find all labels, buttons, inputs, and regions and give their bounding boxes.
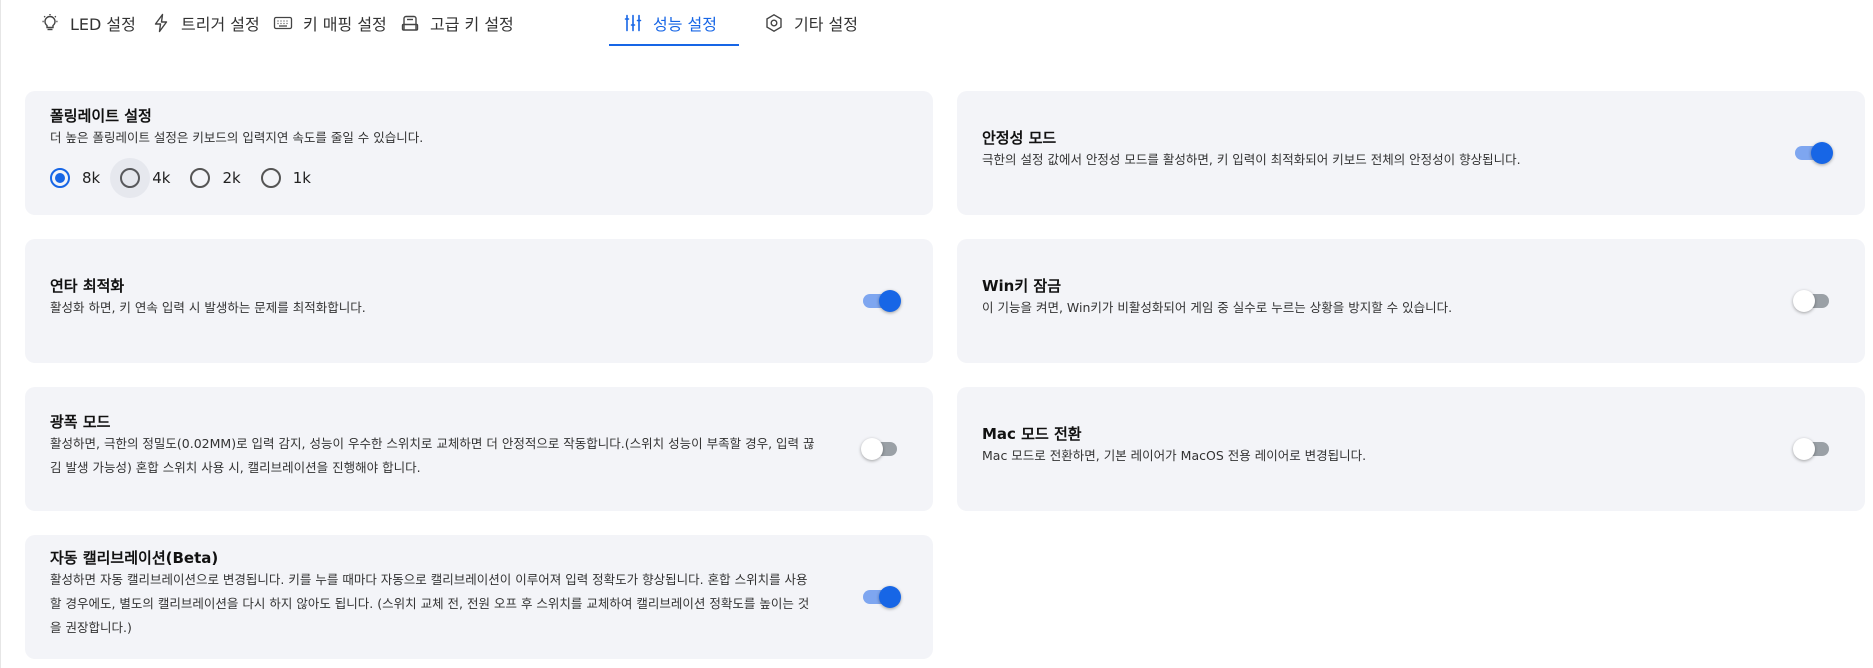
tab-performance[interactable]: 성능 설정 bbox=[609, 0, 739, 46]
auto-calibration-card: 자동 캘리브레이션(Beta) 활성하면 자동 캘리브레이션으로 변경됩니다. … bbox=[25, 535, 933, 659]
auto-calibration-toggle[interactable] bbox=[861, 586, 901, 608]
tab-led[interactable]: LED 설정 bbox=[26, 0, 150, 46]
polling-rate-8k-radio[interactable]: 8k bbox=[50, 168, 100, 188]
rapid-optimization-toggle[interactable] bbox=[861, 290, 901, 312]
extreme-mode-toggle[interactable] bbox=[861, 438, 901, 460]
toggle-thumb bbox=[861, 438, 883, 460]
settings-tab-bar: LED 설정 트리거 설정 키 매핑 설정 고급 키 설정 성능 설정 기타 설… bbox=[0, 0, 1873, 46]
key-icon bbox=[400, 13, 420, 33]
extreme-mode-desc-line1: 활성하면, 극한의 정밀도(0.02MM)로 입력 감지, 성능이 우수한 스위… bbox=[50, 436, 815, 451]
toggle-thumb bbox=[879, 586, 901, 608]
polling-rate-4k-radio[interactable]: 4k bbox=[110, 158, 171, 198]
tab-label: 고급 키 설정 bbox=[430, 15, 514, 34]
tab-label: 키 매핑 설정 bbox=[303, 15, 387, 34]
radio-circle bbox=[110, 158, 151, 198]
tab-advanced-key[interactable]: 고급 키 설정 bbox=[386, 0, 528, 46]
rapid-optimization-title: 연타 최적화 bbox=[50, 277, 125, 295]
stability-mode-card: 안정성 모드 극한의 설정 값에서 안정성 모드를 활성하면, 키 입력이 최적… bbox=[957, 91, 1865, 215]
toggle-thumb bbox=[1811, 142, 1833, 164]
win-key-lock-toggle[interactable] bbox=[1793, 290, 1833, 312]
polling-rate-2k-radio[interactable]: 2k bbox=[190, 168, 241, 188]
extreme-mode-desc-line2: 김 발생 가능성) 혼합 스위치 사용 시, 캘리브레이션을 진행해야 합니다. bbox=[50, 460, 421, 475]
tab-key-mapping[interactable]: 키 매핑 설정 bbox=[259, 0, 401, 46]
win-key-lock-card: Win키 잠금 이 기능을 켜면, Win키가 비활성화되어 게임 중 실수로 … bbox=[957, 239, 1865, 363]
radio-circle bbox=[260, 168, 281, 188]
polling-rate-options: 8k 4k 2k 1k bbox=[50, 158, 331, 198]
tab-other[interactable]: 기타 설정 bbox=[750, 0, 872, 46]
mac-mode-card: Mac 모드 전환 Mac 모드로 전환하면, 기본 레이어가 MacOS 전용… bbox=[957, 387, 1865, 511]
polling-rate-card: 폴링레이트 설정 더 높은 폴링레이트 설정은 키보드의 입력지연 속도를 줄일… bbox=[25, 91, 933, 215]
radio-label: 2k bbox=[222, 169, 241, 187]
auto-calibration-desc-line1: 활성하면 자동 캘리브레이션으로 변경됩니다. 키를 누를 때마다 자동으로 캘… bbox=[50, 572, 808, 587]
tab-label: LED 설정 bbox=[70, 15, 136, 34]
rapid-optimization-card: 연타 최적화 활성화 하면, 키 연속 입력 시 발생하는 문제를 최적화합니다… bbox=[25, 239, 933, 363]
toggle-thumb bbox=[1793, 290, 1815, 312]
auto-calibration-desc-line2: 할 경우에도, 별도의 캘리브레이션을 다시 하지 않아도 됩니다. (스위치 … bbox=[50, 596, 810, 611]
bulb-icon bbox=[40, 13, 60, 33]
tab-label: 기타 설정 bbox=[794, 15, 858, 34]
tab-trigger[interactable]: 트리거 설정 bbox=[137, 0, 274, 46]
left-divider bbox=[0, 0, 1, 668]
stability-mode-desc: 극한의 설정 값에서 안정성 모드를 활성하면, 키 입력이 최적화되어 키보드… bbox=[982, 152, 1521, 167]
auto-calibration-desc-line3: 을 권장합니다.) bbox=[50, 620, 132, 635]
win-key-lock-title: Win키 잠금 bbox=[982, 277, 1061, 295]
rapid-optimization-desc: 활성화 하면, 키 연속 입력 시 발생하는 문제를 최적화합니다. bbox=[50, 300, 366, 315]
radio-circle bbox=[50, 168, 70, 188]
radio-label: 8k bbox=[82, 169, 101, 187]
extreme-mode-title: 광폭 모드 bbox=[50, 413, 111, 431]
mac-mode-toggle[interactable] bbox=[1793, 438, 1833, 460]
toggle-thumb bbox=[879, 290, 901, 312]
win-key-lock-desc: 이 기능을 켜면, Win키가 비활성화되어 게임 중 실수로 누르는 상황을 … bbox=[982, 300, 1453, 315]
tab-label: 성능 설정 bbox=[653, 15, 717, 34]
radio-label: 1k bbox=[292, 169, 311, 187]
radio-circle bbox=[190, 168, 211, 188]
mac-mode-desc: Mac 모드로 전환하면, 기본 레이어가 MacOS 전용 레이어로 변경됩니… bbox=[982, 448, 1367, 463]
tab-label: 트리거 설정 bbox=[181, 15, 260, 34]
stability-mode-title: 안정성 모드 bbox=[982, 129, 1057, 147]
stability-mode-toggle[interactable] bbox=[1793, 142, 1833, 164]
sliders-icon bbox=[623, 13, 643, 33]
auto-calibration-title: 자동 캘리브레이션(Beta) bbox=[50, 549, 219, 567]
extreme-mode-card: 광폭 모드 활성하면, 극한의 정밀도(0.02MM)로 입력 감지, 성능이 … bbox=[25, 387, 933, 511]
gear-icon bbox=[764, 13, 784, 33]
polling-rate-desc: 더 높은 폴링레이트 설정은 키보드의 입력지연 속도를 줄일 수 있습니다. bbox=[50, 130, 424, 145]
polling-rate-title: 폴링레이트 설정 bbox=[50, 107, 152, 125]
polling-rate-1k-radio[interactable]: 1k bbox=[260, 168, 311, 188]
mac-mode-title: Mac 모드 전환 bbox=[982, 425, 1082, 443]
toggle-thumb bbox=[1793, 438, 1815, 460]
keyboard-icon bbox=[273, 13, 293, 33]
radio-label: 4k bbox=[152, 169, 171, 187]
bolt-icon bbox=[151, 13, 171, 33]
